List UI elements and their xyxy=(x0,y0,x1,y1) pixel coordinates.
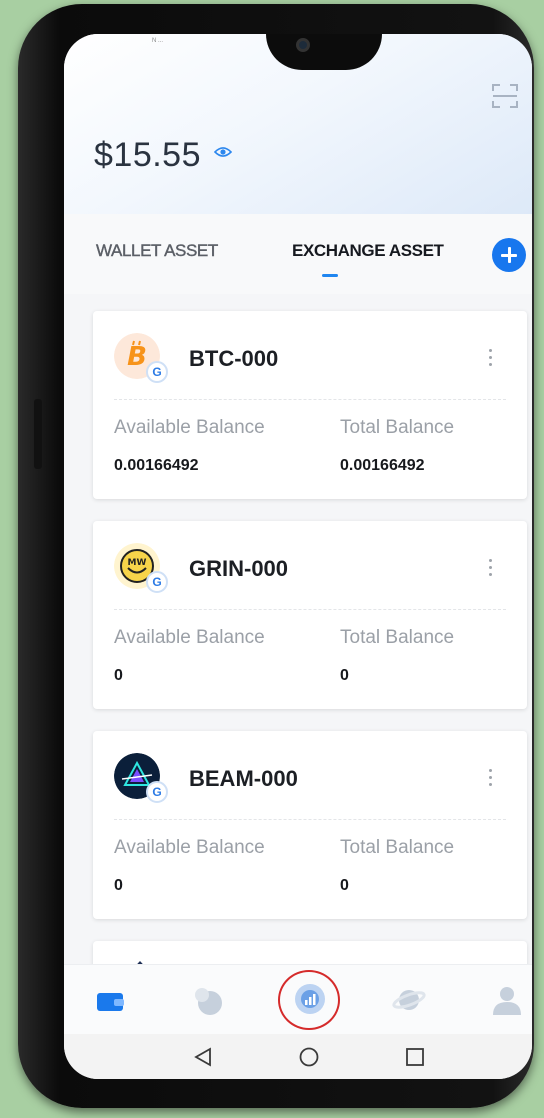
available-balance-label: Available Balance xyxy=(114,837,265,858)
g-badge: G xyxy=(146,781,168,803)
nav-orbit[interactable] xyxy=(178,965,238,1035)
eye-icon[interactable] xyxy=(214,146,232,158)
tab-exchange-asset[interactable]: EXCHANGE ASSET xyxy=(292,241,444,261)
orbit-icon xyxy=(195,988,222,1015)
asset-card-btc[interactable]: B G BTC-000 Available Balance Total Bala… xyxy=(93,311,527,499)
total-balance-label: Total Balance xyxy=(340,837,455,858)
total-balance-value: 0 xyxy=(340,877,349,894)
asset-tabs: WALLET ASSET EXCHANGE ASSET xyxy=(64,214,532,294)
home-icon[interactable] xyxy=(299,1047,319,1067)
available-balance-label: Available Balance xyxy=(114,627,265,648)
g-badge: G xyxy=(146,571,168,593)
wallet-icon xyxy=(97,993,124,1011)
scan-icon[interactable] xyxy=(492,84,518,108)
available-balance-label: Available Balance xyxy=(114,417,265,438)
total-balance-label: Total Balance xyxy=(340,627,455,648)
more-options-icon[interactable] xyxy=(489,769,493,789)
available-balance-value: 0.00166492 xyxy=(114,457,199,474)
nav-discover[interactable] xyxy=(380,965,440,1035)
more-options-icon[interactable] xyxy=(489,349,493,369)
tab-wallet-asset[interactable]: WALLET ASSET xyxy=(96,241,219,261)
divider xyxy=(114,399,506,400)
divider xyxy=(114,819,506,820)
total-balance-value: 0 xyxy=(340,667,349,684)
svg-text:B: B xyxy=(127,342,147,372)
highlight-circle xyxy=(278,970,340,1030)
total-balance: $15.55 xyxy=(94,136,201,174)
front-camera xyxy=(296,38,310,52)
add-asset-button[interactable] xyxy=(492,238,526,272)
divider xyxy=(114,609,506,610)
status-bar-text: N ... xyxy=(152,38,164,44)
total-balance-value: 0.00166492 xyxy=(340,457,425,474)
coin-name: GRIN-000 xyxy=(189,556,289,581)
active-tab-indicator xyxy=(322,274,338,277)
available-balance-value: 0 xyxy=(114,877,123,894)
svg-text:MW: MW xyxy=(128,558,147,568)
total-balance-label: Total Balance xyxy=(340,417,455,438)
system-navigation-bar xyxy=(64,1034,532,1079)
g-badge: G xyxy=(146,361,168,383)
coin-name: BTC-000 xyxy=(189,346,279,371)
back-icon[interactable] xyxy=(194,1047,212,1067)
coin-name: BEAM-000 xyxy=(189,766,298,791)
phone-frame: N ... $15.55 WALLET ASSET EXCHANGE ASSET xyxy=(18,4,534,1108)
asset-card-grin[interactable]: MW G GRIN-000 Available Balance Total Ba… xyxy=(93,521,527,709)
nav-wallet[interactable] xyxy=(82,965,142,1035)
profile-icon xyxy=(493,987,521,1015)
planet-icon xyxy=(392,990,426,1010)
available-balance-value: 0 xyxy=(114,667,123,684)
side-button xyxy=(34,399,42,469)
more-options-icon[interactable] xyxy=(489,559,493,579)
screen: N ... $15.55 WALLET ASSET EXCHANGE ASSET xyxy=(64,34,532,1079)
asset-card-beam[interactable]: G BEAM-000 Available Balance Total Balan… xyxy=(93,731,527,919)
recents-icon[interactable] xyxy=(406,1048,424,1066)
camera-notch xyxy=(266,34,382,70)
nav-profile[interactable] xyxy=(478,965,532,1035)
